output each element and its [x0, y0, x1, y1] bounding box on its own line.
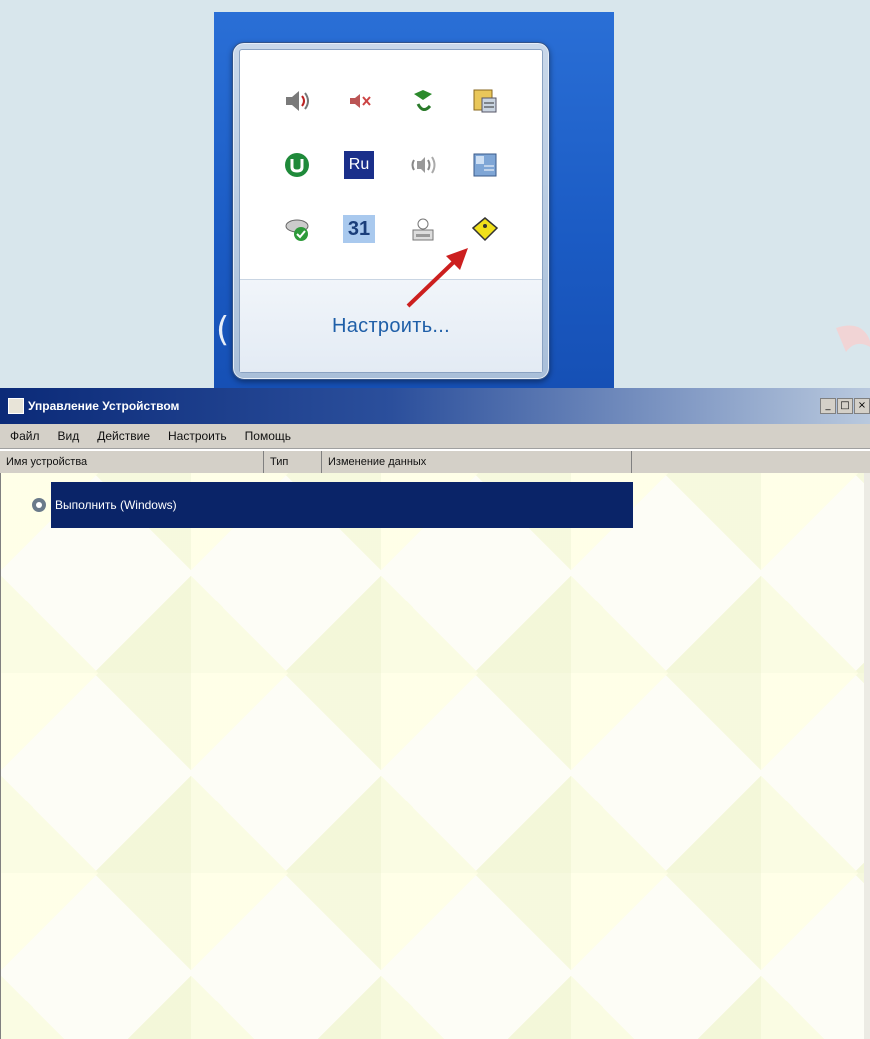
red-arrow-icon [406, 248, 468, 308]
calendar-icon[interactable]: 31 [342, 212, 376, 246]
volume-icon[interactable] [280, 84, 314, 118]
document-manager-icon[interactable] [468, 84, 502, 118]
notification-area-overflow: Ru 31 Настроить... [232, 42, 550, 380]
muted-speaker-icon[interactable] [342, 84, 376, 118]
window-app-icon [8, 398, 24, 414]
sound-waves-icon[interactable] [406, 148, 440, 182]
ru-language-icon[interactable]: Ru [342, 148, 376, 182]
tray-footer: Настроить... [240, 279, 542, 372]
menu-action[interactable]: Действие [87, 429, 158, 443]
desktop-background: (Ru 31 Настроить... [214, 12, 614, 388]
column-device-name[interactable]: Имя устройства [0, 451, 264, 473]
list-item-label: Выполнить (Windows) [55, 498, 177, 512]
device-list: Выполнить (Windows) [0, 473, 870, 1039]
title-bar: Управление Устройством _ □ × [0, 388, 870, 424]
column-header: Имя устройства Тип Изменение данных [0, 450, 870, 474]
calendar-day-label: 31 [343, 215, 375, 243]
watermark-logo [836, 325, 870, 352]
menu-bar: Файл Вид Действие Настроить Помощь [0, 424, 870, 449]
app-window-icon[interactable] [468, 148, 502, 182]
menu-help[interactable]: Помощь [235, 429, 299, 443]
column-changed[interactable]: Изменение данных [322, 451, 632, 473]
tray-panel: Ru 31 Настроить... [239, 49, 543, 373]
column-type[interactable]: Тип [264, 451, 322, 473]
tray-icon-grid: Ru 31 [268, 74, 518, 264]
menu-settings[interactable]: Настроить [158, 429, 235, 443]
cloud-check-icon[interactable] [280, 212, 314, 246]
list-item-selected[interactable]: Выполнить (Windows) [19, 482, 633, 528]
scrollbar-edge[interactable] [864, 473, 870, 1039]
menu-file[interactable]: Файл [0, 429, 48, 443]
network-plug-icon[interactable] [406, 84, 440, 118]
menu-view[interactable]: Вид [48, 429, 88, 443]
device-manager-window: Управление Устройством _ □ × Файл Вид Де… [0, 388, 870, 1039]
edge-glyph: ( [216, 310, 230, 350]
utorrent-icon[interactable] [280, 148, 314, 182]
ru-language-label: Ru [344, 151, 374, 179]
window-title: Управление Устройством [28, 399, 180, 413]
device-icon [32, 498, 46, 512]
